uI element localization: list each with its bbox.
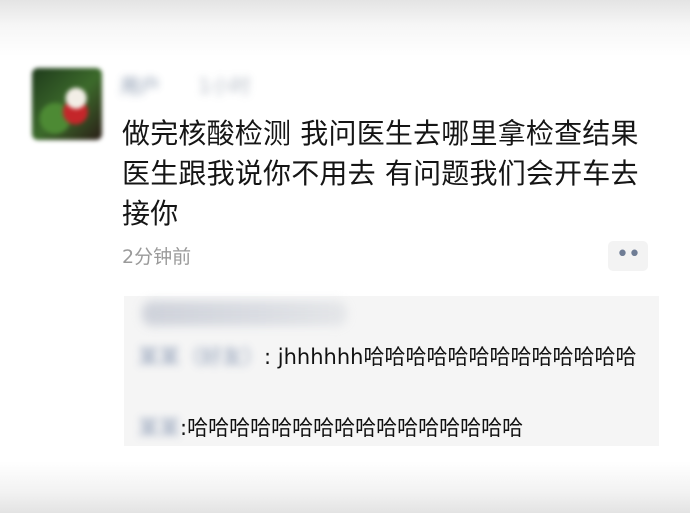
sender-name[interactable]: 用户 bbox=[120, 74, 160, 98]
moments-post-page: 用户 1小时 做完核酸检测 我问医生去哪里拿检查结果 医生跟我说你不用去 有问题… bbox=[0, 0, 690, 513]
post-timestamp: 2分钟前 bbox=[122, 246, 192, 268]
post-message: 做完核酸检测 我问医生去哪里拿检查结果 医生跟我说你不用去 有问题我们会开车去 … bbox=[122, 114, 662, 234]
likes-area bbox=[142, 301, 347, 326]
comment-2[interactable]: 某某:哈哈哈哈哈哈哈哈哈哈哈哈哈哈哈哈 bbox=[138, 412, 643, 444]
comment-1-text: jhhhhhh哈哈哈哈哈哈哈哈哈哈哈哈哈 bbox=[277, 345, 637, 369]
comment-2-text: 哈哈哈哈哈哈哈哈哈哈哈哈哈哈哈哈 bbox=[187, 416, 524, 440]
sender-meta: 1小时 bbox=[198, 74, 251, 98]
post-message-line-3: 接你 bbox=[122, 197, 179, 230]
avatar[interactable] bbox=[32, 68, 102, 140]
comment-1-author[interactable]: 某某（好友） bbox=[138, 345, 264, 369]
more-options-button[interactable]: •• bbox=[608, 241, 648, 271]
comment-1[interactable]: 某某（好友）: jhhhhhh哈哈哈哈哈哈哈哈哈哈哈哈哈 bbox=[138, 341, 643, 373]
post-message-line-1: 做完核酸检测 我问医生去哪里拿检查结果 bbox=[122, 117, 639, 150]
comment-box: 某某（好友）: jhhhhhh哈哈哈哈哈哈哈哈哈哈哈哈哈 某某:哈哈哈哈哈哈哈哈… bbox=[124, 296, 659, 446]
comment-1-separator: : bbox=[264, 345, 272, 369]
post-message-line-2: 医生跟我说你不用去 有问题我们会开车去 bbox=[122, 157, 639, 190]
comment-2-author[interactable]: 某某 bbox=[138, 416, 180, 440]
